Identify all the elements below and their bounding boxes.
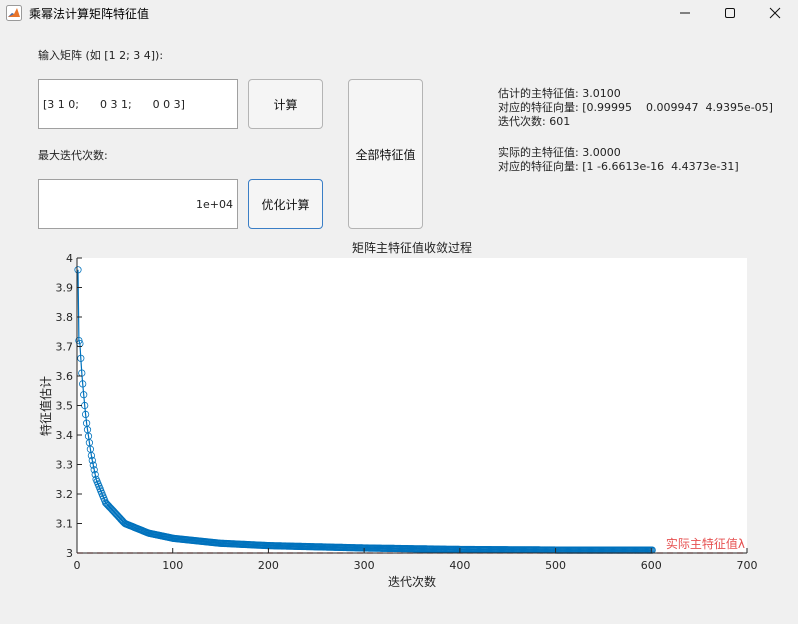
y-axis-label: 特征值估计 xyxy=(38,376,53,436)
y-tick-label: 3.6 xyxy=(56,370,74,383)
y-tick-label: 3.8 xyxy=(56,311,74,324)
y-tick-label: 4 xyxy=(66,252,73,265)
y-tick-label: 3.2 xyxy=(56,488,74,501)
y-tick-label: 3.5 xyxy=(56,400,74,413)
x-tick-label: 100 xyxy=(162,559,183,572)
x-tick-label: 500 xyxy=(545,559,566,572)
x-tick-label: 200 xyxy=(258,559,279,572)
x-tick-label: 600 xyxy=(641,559,662,572)
convergence-chart: 实际主特征值λ 0 100 200 300 400 500 600 700 3 3.1 3.2 3.3… xyxy=(38,240,758,589)
y-tick-label: 3 xyxy=(66,547,73,560)
chart-title: 矩阵主特征值收敛过程 xyxy=(352,240,472,255)
y-tick-label: 3.9 xyxy=(56,282,74,295)
y-tick-label: 3.3 xyxy=(56,459,74,472)
x-tick-label: 400 xyxy=(449,559,470,572)
x-axis-label: 迭代次数 xyxy=(388,574,436,589)
plot-area xyxy=(77,258,747,553)
y-tick-label: 3.7 xyxy=(56,341,74,354)
y-tick-label: 3.1 xyxy=(56,518,74,531)
y-tick-label: 3.4 xyxy=(56,429,74,442)
reference-line-label: 实际主特征值λ xyxy=(666,536,745,551)
x-tick-label: 0 xyxy=(74,559,81,572)
x-tick-label: 300 xyxy=(354,559,375,572)
x-tick-label: 700 xyxy=(737,559,758,572)
